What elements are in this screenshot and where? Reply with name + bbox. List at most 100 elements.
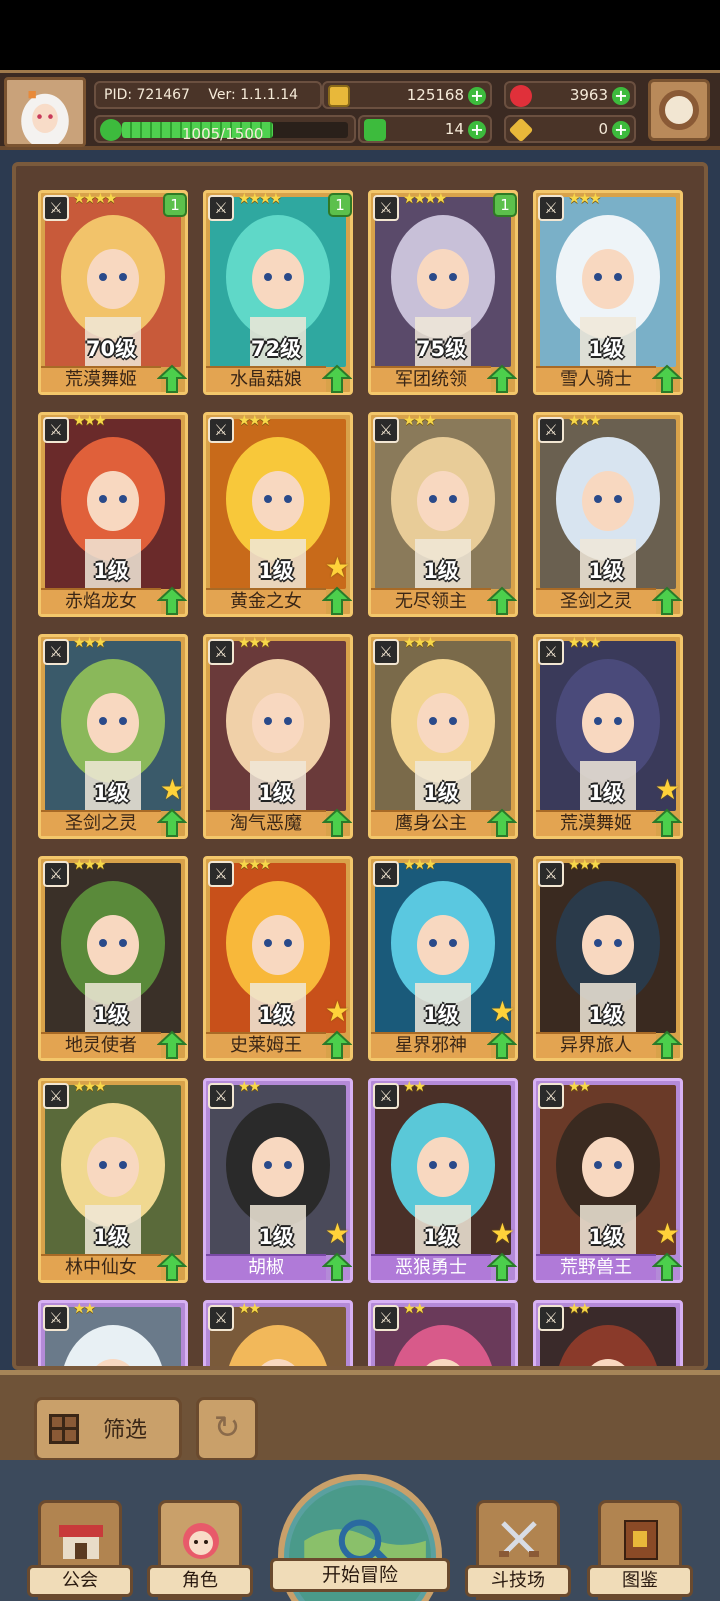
nav-character[interactable]: 角色 (147, 1500, 253, 1600)
level-badge: 1 (328, 193, 352, 217)
class-icon: ⚔ (208, 195, 234, 221)
class-icon: ⚔ (43, 195, 69, 221)
upgrade-arrow-icon[interactable] (157, 808, 187, 838)
level-badge: 1 (163, 193, 187, 217)
character-card[interactable]: ⚔ ★★★ 1级 ★ 黄金之女 (203, 412, 353, 617)
upgrade-arrow-icon[interactable] (157, 586, 187, 616)
upgrade-arrow-icon[interactable] (322, 1252, 352, 1282)
character-card[interactable]: ⚔ ★★ (368, 1300, 518, 1366)
nav-character-label: 角色 (147, 1565, 253, 1597)
pid-label: PID: 721467 (104, 87, 190, 103)
character-card[interactable]: ⚔ ★★ 1级 ★ 恶狼勇士 (368, 1078, 518, 1283)
upgrade-arrow-icon[interactable] (487, 586, 517, 616)
character-name: 恶狼勇士 (371, 1254, 491, 1280)
upgrade-arrow-icon[interactable] (157, 364, 187, 394)
class-icon: ⚔ (373, 417, 399, 443)
character-card[interactable]: ⚔ ★★★ 1级 淘气恶魔 (203, 634, 353, 839)
upgrade-arrow-icon[interactable] (157, 1030, 187, 1060)
level-badge: 1 (493, 193, 517, 217)
filter-grid-icon (49, 1414, 79, 1444)
nav-codex[interactable]: 图鉴 (587, 1500, 693, 1600)
nav-adventure-label: 开始冒险 (270, 1558, 450, 1592)
upgrade-arrow-icon[interactable] (652, 1030, 682, 1060)
character-card[interactable]: ⚔ ★★★ 1级 赤焰龙女 (38, 412, 188, 617)
player-avatar[interactable] (4, 77, 86, 147)
star-upgrade-icon: ★ (324, 551, 350, 584)
add-gem-button[interactable]: + (612, 87, 630, 105)
upgrade-arrow-icon[interactable] (322, 364, 352, 394)
character-level: 1级 (423, 559, 459, 583)
rarity-stars: ★★★ (73, 1079, 107, 1095)
nav-adventure[interactable]: 开始冒险 (270, 1466, 450, 1601)
nav-arena[interactable]: 斗技场 (465, 1500, 571, 1600)
gold-coin-icon (328, 85, 350, 107)
upgrade-arrow-icon[interactable] (487, 808, 517, 838)
upgrade-arrow-icon[interactable] (487, 364, 517, 394)
gold-display: 125168 + (322, 81, 492, 109)
rarity-stars: ★★★★ (73, 191, 117, 207)
rarity-stars: ★★ (568, 1301, 591, 1317)
bottom-nav: 公会 角色 开始冒险 斗技场 图鉴 (0, 1460, 720, 1601)
rarity-stars: ★★★★ (403, 191, 447, 207)
gold-value: 125168 (406, 86, 464, 104)
character-card[interactable]: ⚔ ★★★ 1级 ★ 圣剑之灵 (38, 634, 188, 839)
rarity-stars: ★★★ (403, 413, 437, 429)
character-name: 鹰身公主 (371, 810, 491, 836)
character-card[interactable]: ⚔ ★★★ 1级 ★ 荒漠舞姬 (533, 634, 683, 839)
character-card[interactable]: ⚔ ★★ (203, 1300, 353, 1366)
character-card[interactable]: ⚔ ★★ (38, 1300, 188, 1366)
add-gold-button[interactable]: + (468, 87, 486, 105)
rarity-stars: ★★★ (403, 857, 437, 873)
key-icon (508, 117, 534, 143)
rarity-stars: ★★★ (568, 413, 602, 429)
character-card[interactable]: ⚔ ★★ 1级 ★ 胡椒 (203, 1078, 353, 1283)
nav-guild[interactable]: 公会 (27, 1500, 133, 1600)
character-card[interactable]: ⚔ ★★★★ 1 72级 水晶菇娘 (203, 190, 353, 395)
character-card[interactable]: ⚔ ★★★ 1级 地灵使者 (38, 856, 188, 1061)
character-card[interactable]: ⚔ ★★★★ 1 70级 荒漠舞姬 (38, 190, 188, 395)
character-card[interactable]: ⚔ ★★★ 1级 雪人骑士 (533, 190, 683, 395)
upgrade-arrow-icon[interactable] (652, 586, 682, 616)
upgrade-arrow-icon[interactable] (157, 1252, 187, 1282)
rarity-stars: ★★★ (403, 635, 437, 651)
upgrade-arrow-icon[interactable] (652, 808, 682, 838)
character-card[interactable]: ⚔ ★★★ 1级 鹰身公主 (368, 634, 518, 839)
character-card[interactable]: ⚔ ★★ (533, 1300, 683, 1366)
book-icon (624, 1520, 658, 1560)
character-name: 地灵使者 (41, 1032, 161, 1058)
character-card[interactable]: ⚔ ★★★ 1级 异界旅人 (533, 856, 683, 1061)
rarity-stars: ★★ (238, 1079, 261, 1095)
character-face-icon (183, 1523, 219, 1559)
character-card[interactable]: ⚔ ★★ 1级 ★ 荒野兽王 (533, 1078, 683, 1283)
add-key-button[interactable]: + (612, 121, 630, 139)
upgrade-arrow-icon[interactable] (322, 1030, 352, 1060)
upgrade-arrow-icon[interactable] (322, 586, 352, 616)
guild-building-icon (59, 1525, 103, 1559)
character-card[interactable]: ⚔ ★★★ 1级 圣剑之灵 (533, 412, 683, 617)
upgrade-arrow-icon[interactable] (487, 1252, 517, 1282)
character-card[interactable]: ⚔ ★★★ 1级 ★ 史莱姆王 (203, 856, 353, 1061)
add-clover-button[interactable]: + (468, 121, 486, 139)
upgrade-arrow-icon[interactable] (322, 808, 352, 838)
gem-display: 3963 + (504, 81, 636, 109)
filter-bar: 筛选 ↻ (0, 1370, 720, 1461)
character-card[interactable]: ⚔ ★★★ 1级 林中仙女 (38, 1078, 188, 1283)
character-card[interactable]: ⚔ ★★★ 1级 无尽领主 (368, 412, 518, 617)
character-card[interactable]: ⚔ ★★★ 1级 ★ 星界邪神 (368, 856, 518, 1061)
character-panel: ⚔ ★★★★ 1 70级 荒漠舞姬 ⚔ ★★★★ 1 72级 水晶菇娘 ⚔ ★★★★ 1 75级 军团统领 ⚔… (0, 150, 720, 1370)
upgrade-arrow-icon[interactable] (652, 1252, 682, 1282)
refresh-button[interactable]: ↻ (196, 1397, 258, 1461)
class-icon: ⚔ (208, 861, 234, 887)
class-icon: ⚔ (538, 1305, 564, 1331)
settings-button[interactable] (648, 79, 710, 141)
gear-icon (659, 90, 699, 130)
upgrade-arrow-icon[interactable] (652, 364, 682, 394)
rarity-stars: ★★★ (73, 413, 107, 429)
filter-button[interactable]: 筛选 (34, 1397, 182, 1461)
character-list[interactable]: ⚔ ★★★★ 1 70级 荒漠舞姬 ⚔ ★★★★ 1 72级 水晶菇娘 ⚔ ★★★★ 1 75级 军团统领 ⚔… (12, 162, 708, 1370)
exp-gem-icon (100, 119, 122, 141)
character-card[interactable]: ⚔ ★★★★ 1 75级 军团统领 (368, 190, 518, 395)
rarity-stars: ★★★★ (238, 191, 282, 207)
upgrade-arrow-icon[interactable] (487, 1030, 517, 1060)
class-icon: ⚔ (208, 1083, 234, 1109)
